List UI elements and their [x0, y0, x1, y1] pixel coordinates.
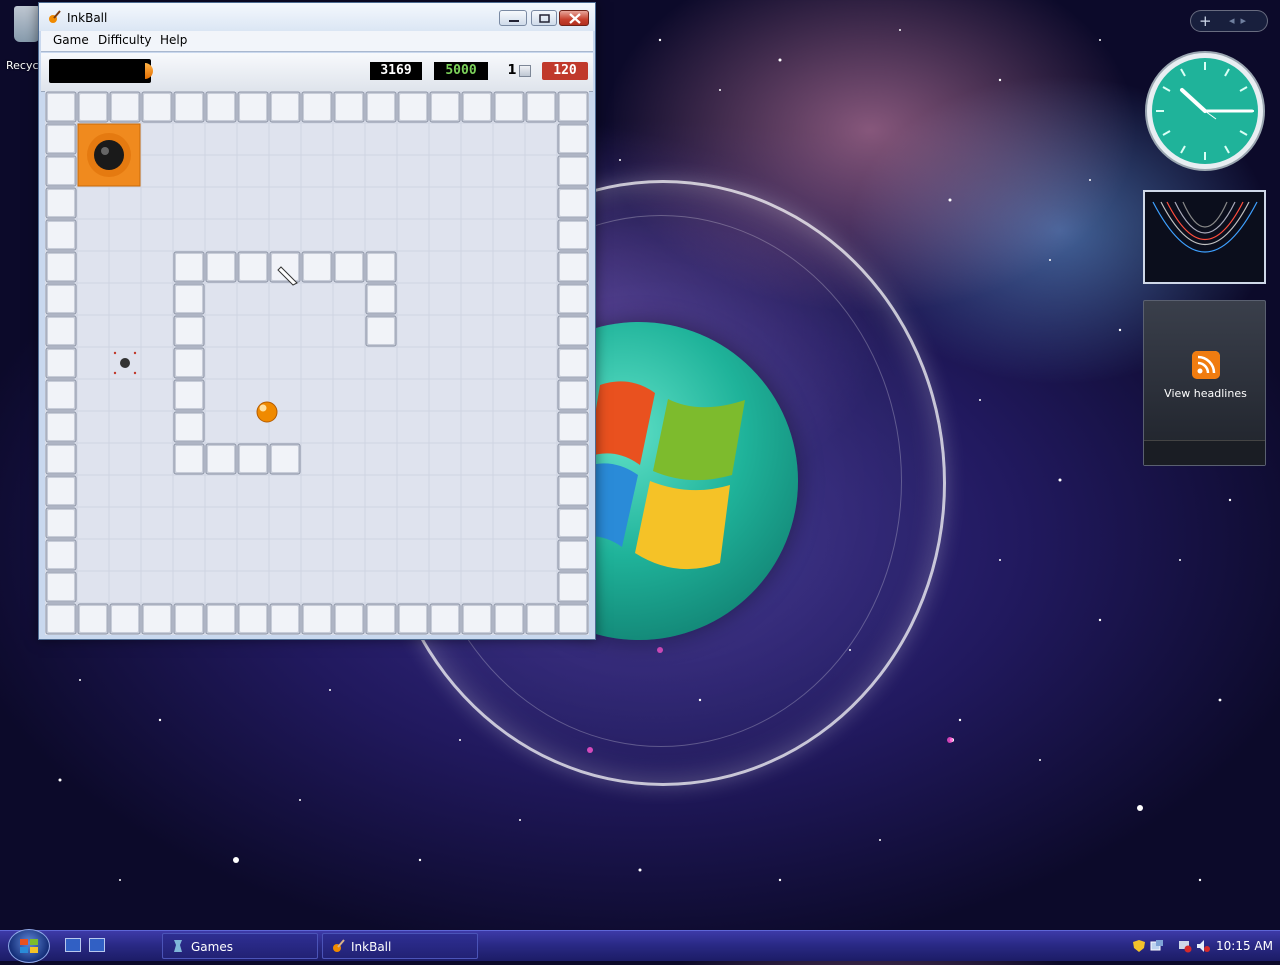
lives-icon — [519, 65, 531, 77]
security-shield-icon[interactable] — [1132, 939, 1146, 953]
game-board[interactable] — [45, 91, 589, 635]
time-remaining: 120 — [542, 62, 588, 80]
minimize-icon — [509, 20, 519, 22]
taskbar-item-inkball[interactable]: InkBall — [322, 933, 478, 959]
taskbar-item-label: Games — [191, 940, 233, 954]
inkball-window: InkBall Game Difficulty Help 3169 5000 1… — [38, 2, 596, 640]
feed-headlines-gadget[interactable]: View headlines — [1143, 300, 1266, 466]
menu-help[interactable]: Help — [160, 33, 187, 47]
taskbar: Games InkBall 10:15 AM — [0, 929, 1280, 963]
network-error-icon[interactable] — [1178, 939, 1192, 953]
close-button[interactable] — [559, 10, 589, 26]
taskbar-item-games[interactable]: Games — [162, 933, 318, 959]
maximize-button[interactable] — [531, 10, 557, 26]
add-gadget-icon[interactable]: + — [1199, 12, 1212, 30]
score-counter: 3169 — [370, 62, 422, 80]
ink-timer-bar — [49, 59, 153, 83]
sidebar-controls: + ◂▸ — [1190, 10, 1268, 32]
switch-windows-icon[interactable] — [89, 938, 105, 952]
hole-opening — [94, 140, 124, 170]
window-title: InkBall — [67, 11, 108, 25]
slideshow-image — [1152, 201, 1258, 253]
recycle-bin-icon[interactable]: Recyc — [4, 4, 40, 72]
taskbar-item-label: InkBall — [351, 940, 392, 954]
board-canvas[interactable] — [45, 91, 589, 635]
clock-gadget[interactable] — [1144, 50, 1266, 172]
gray-hole — [120, 358, 130, 368]
title-bar[interactable]: InkBall — [39, 3, 595, 31]
menu-bar: Game Difficulty Help — [41, 31, 593, 52]
menu-game[interactable]: Game — [53, 33, 89, 47]
show-desktop-icon[interactable] — [65, 938, 81, 952]
start-button[interactable] — [8, 929, 50, 963]
inkball-app-icon — [49, 10, 61, 23]
minimize-button[interactable] — [499, 10, 527, 26]
close-icon — [569, 13, 581, 24]
maximize-icon — [539, 14, 550, 23]
recycle-bin-label: Recyc — [6, 59, 39, 72]
volume-muted-icon[interactable] — [1196, 939, 1210, 953]
sidebar-nav-arrows[interactable]: ◂▸ — [1229, 14, 1252, 27]
lives-count: 1 — [507, 63, 517, 78]
score-bar: 3169 5000 1 120 — [41, 53, 593, 92]
orange-ball — [256, 401, 278, 423]
network-icon[interactable] — [1150, 939, 1164, 953]
rss-icon — [1192, 351, 1220, 379]
menu-difficulty[interactable]: Difficulty — [98, 33, 152, 47]
target-score: 5000 — [434, 62, 488, 80]
windows-start-orb — [20, 939, 38, 953]
view-headlines-link[interactable]: View headlines — [1144, 387, 1267, 400]
games-icon — [174, 940, 182, 952]
slideshow-gadget[interactable] — [1143, 190, 1266, 284]
inkball-app-icon — [333, 939, 345, 952]
system-clock[interactable]: 10:15 AM — [1216, 939, 1273, 953]
